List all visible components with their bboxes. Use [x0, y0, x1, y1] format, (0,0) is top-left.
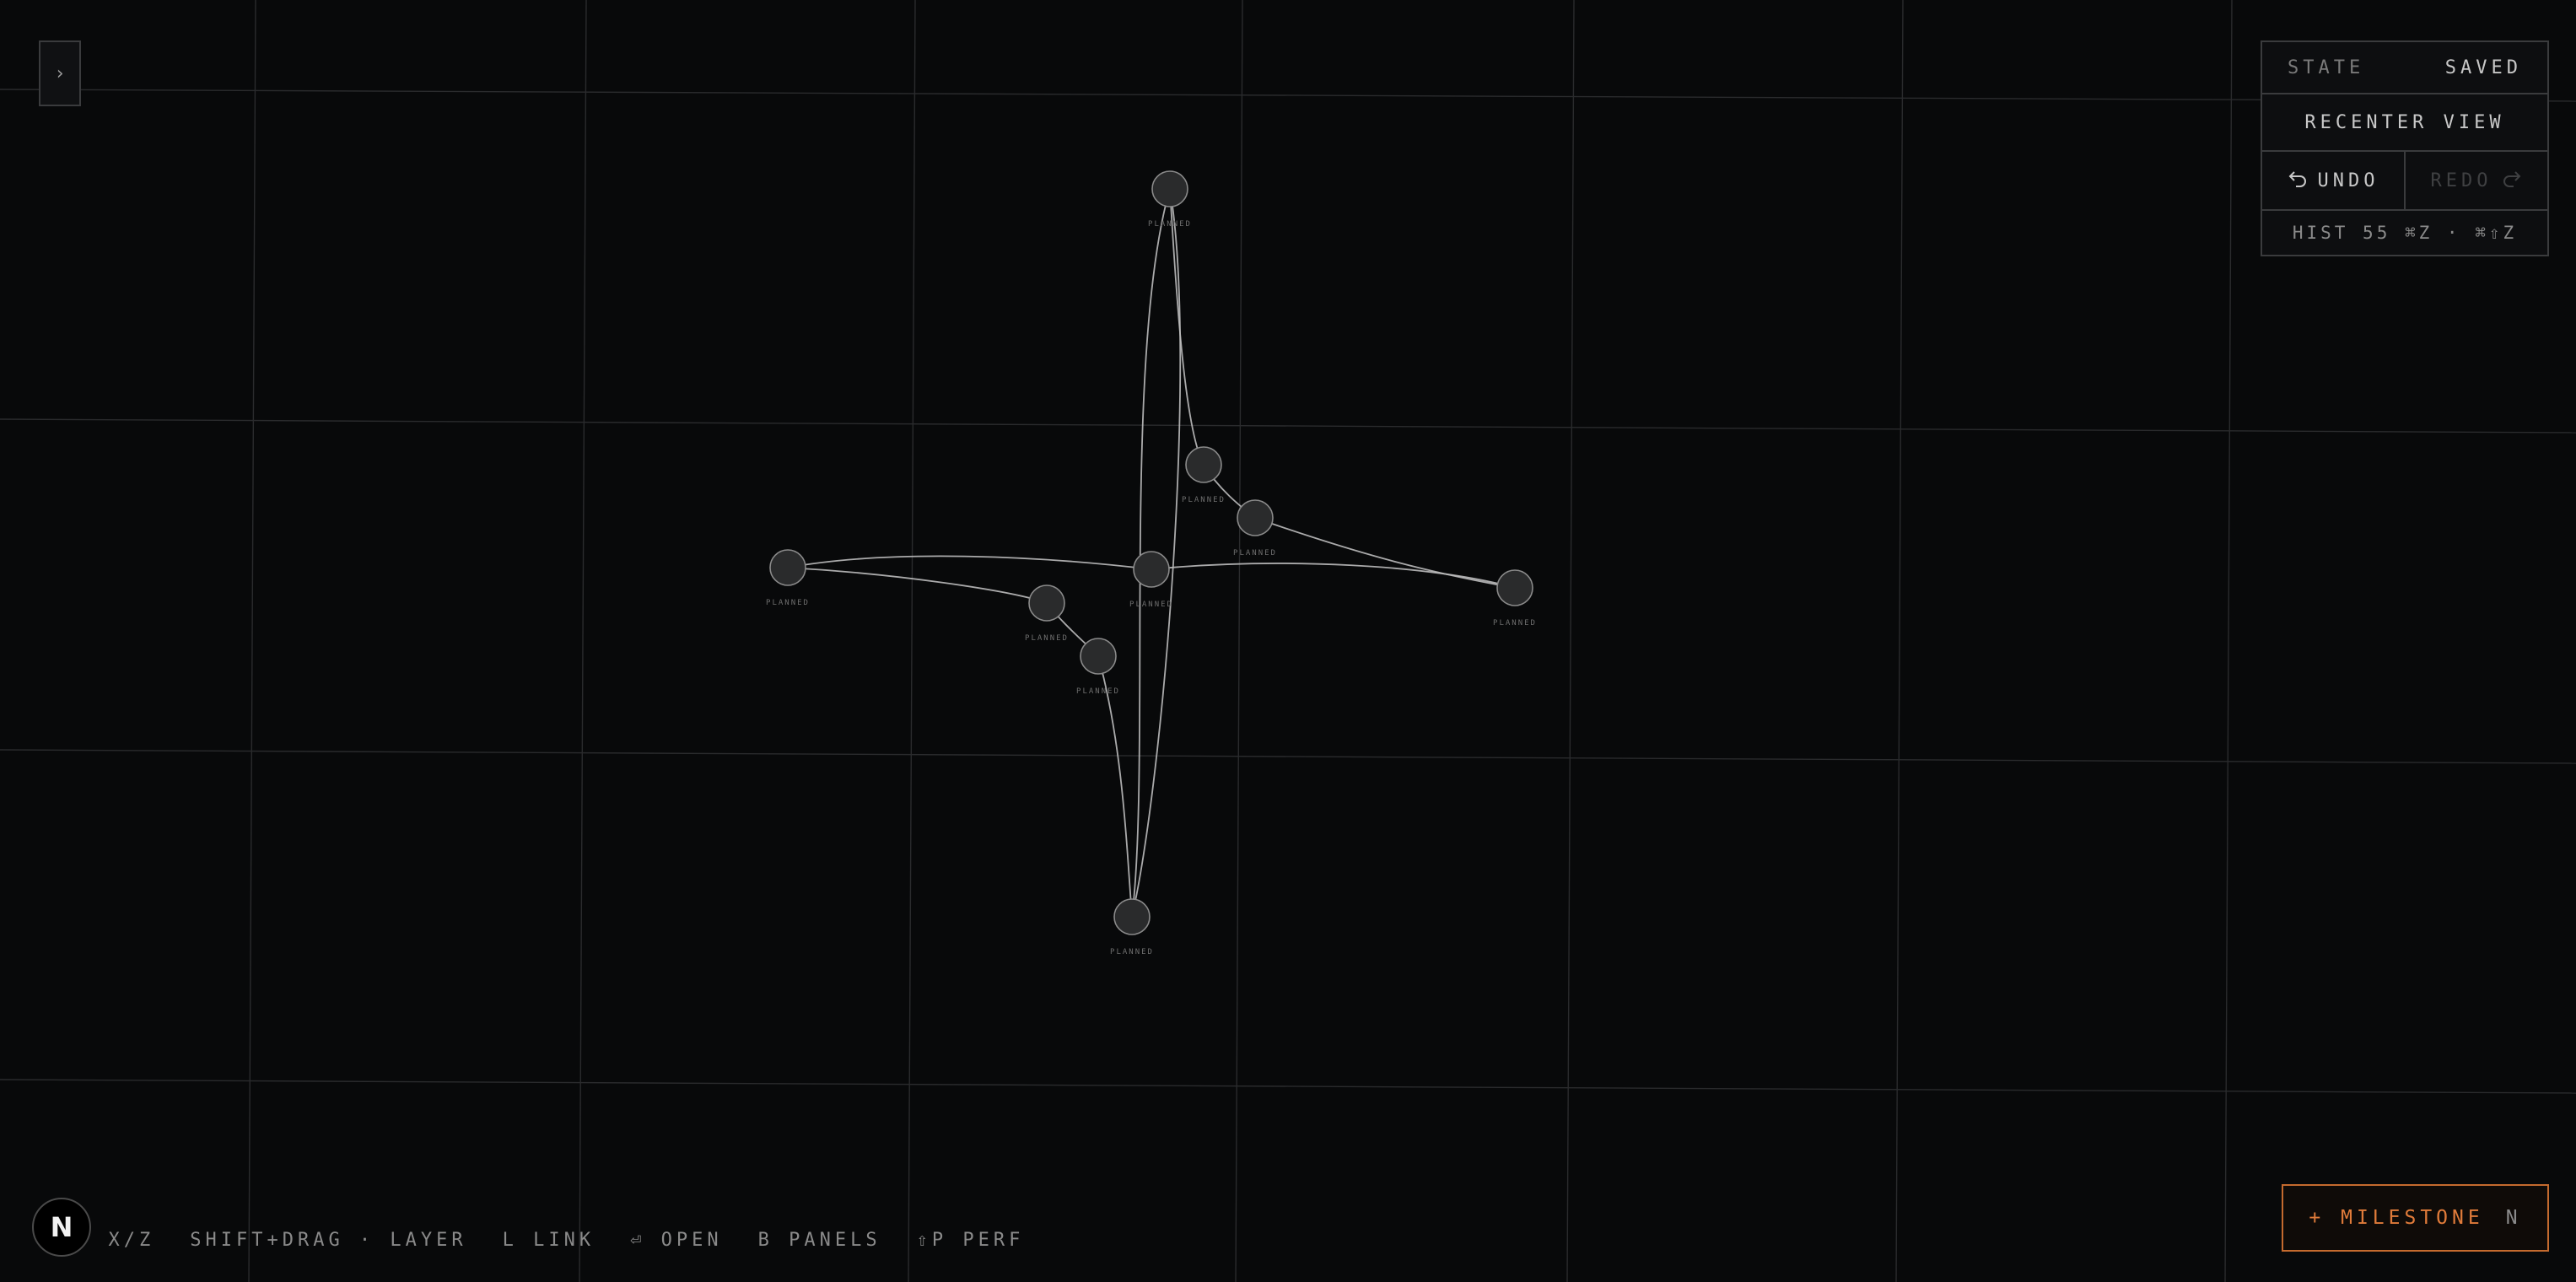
node-label: PLANNED [1129, 601, 1173, 609]
graph-edge [1254, 517, 1516, 589]
undo-button[interactable]: UNDO [2262, 152, 2406, 209]
node-label: PLANNED [1110, 948, 1154, 956]
node-label: PLANNED [1025, 634, 1069, 643]
add-milestone-shortcut: N [2505, 1207, 2522, 1229]
graph-canvas[interactable]: PLANNED PLANNED PLANNED PLANNED PLANNED … [0, 0, 2576, 1282]
shortcut-hint: SHIFT+DRAG · LAYER [190, 1229, 467, 1251]
state-row: STATE SAVED [2262, 42, 2547, 94]
graph-node[interactable]: PLANNED [1148, 170, 1192, 229]
undo-icon [2288, 169, 2308, 192]
sidebar-toggle-button[interactable]: › [39, 40, 81, 106]
graph-edge [787, 567, 1048, 604]
recenter-view-button[interactable]: RECENTER VIEW [2262, 94, 2547, 152]
node-label: PLANNED [1148, 220, 1192, 229]
history-row: HIST 55 ⌘Z · ⌘⇧Z [2262, 211, 2547, 255]
undo-label: UNDO [2317, 170, 2379, 191]
state-label: STATE [2288, 57, 2365, 78]
undo-redo-row: UNDO REDO [2262, 152, 2547, 211]
node-label: PLANNED [1182, 496, 1226, 504]
chevron-right-icon: › [54, 62, 66, 84]
node-label: PLANNED [1076, 687, 1120, 696]
logo-letter: N [50, 1211, 73, 1243]
app-logo[interactable]: N [32, 1198, 91, 1257]
redo-button[interactable]: REDO [2406, 152, 2547, 209]
graph-node[interactable]: PLANNED [1025, 584, 1069, 643]
graph-edge [787, 555, 1152, 570]
shortcut-hints: · X/Z SHIFT+DRAG · LAYER L LINK ⏎ OPEN B… [78, 1225, 1024, 1255]
graph-edge [1151, 563, 1516, 589]
graph-node[interactable]: PLANNED [1110, 898, 1154, 956]
node-label: PLANNED [1233, 549, 1277, 558]
graph-node[interactable]: PLANNED [766, 549, 810, 607]
redo-label: REDO [2430, 170, 2492, 191]
recenter-view-label: RECENTER VIEW [2304, 111, 2505, 133]
graph-node[interactable]: PLANNED [1182, 446, 1226, 504]
shortcut-hint: ⇧P PERF [916, 1229, 1025, 1251]
add-milestone-button[interactable]: + MILESTONE N [2282, 1184, 2549, 1252]
graph-node[interactable]: PLANNED [1129, 551, 1173, 609]
shortcut-hint: ⏎ OPEN [630, 1229, 723, 1251]
node-label: PLANNED [766, 599, 810, 607]
shortcut-hint: L LINK [502, 1229, 595, 1251]
canvas-grid [0, 0, 2576, 1282]
graph-node[interactable]: PLANNED [1493, 569, 1537, 628]
add-milestone-label: + MILESTONE [2309, 1207, 2484, 1229]
shortcut-hint: B PANELS [757, 1229, 881, 1251]
node-label: PLANNED [1493, 619, 1537, 628]
state-value: SAVED [2444, 57, 2522, 78]
graph-node[interactable]: PLANNED [1076, 638, 1120, 696]
status-panel: STATE SAVED RECENTER VIEW UNDO REDO HIST… [2261, 40, 2549, 256]
history-text: HIST 55 ⌘Z · ⌘⇧Z [2292, 223, 2518, 243]
redo-icon [2502, 169, 2522, 192]
